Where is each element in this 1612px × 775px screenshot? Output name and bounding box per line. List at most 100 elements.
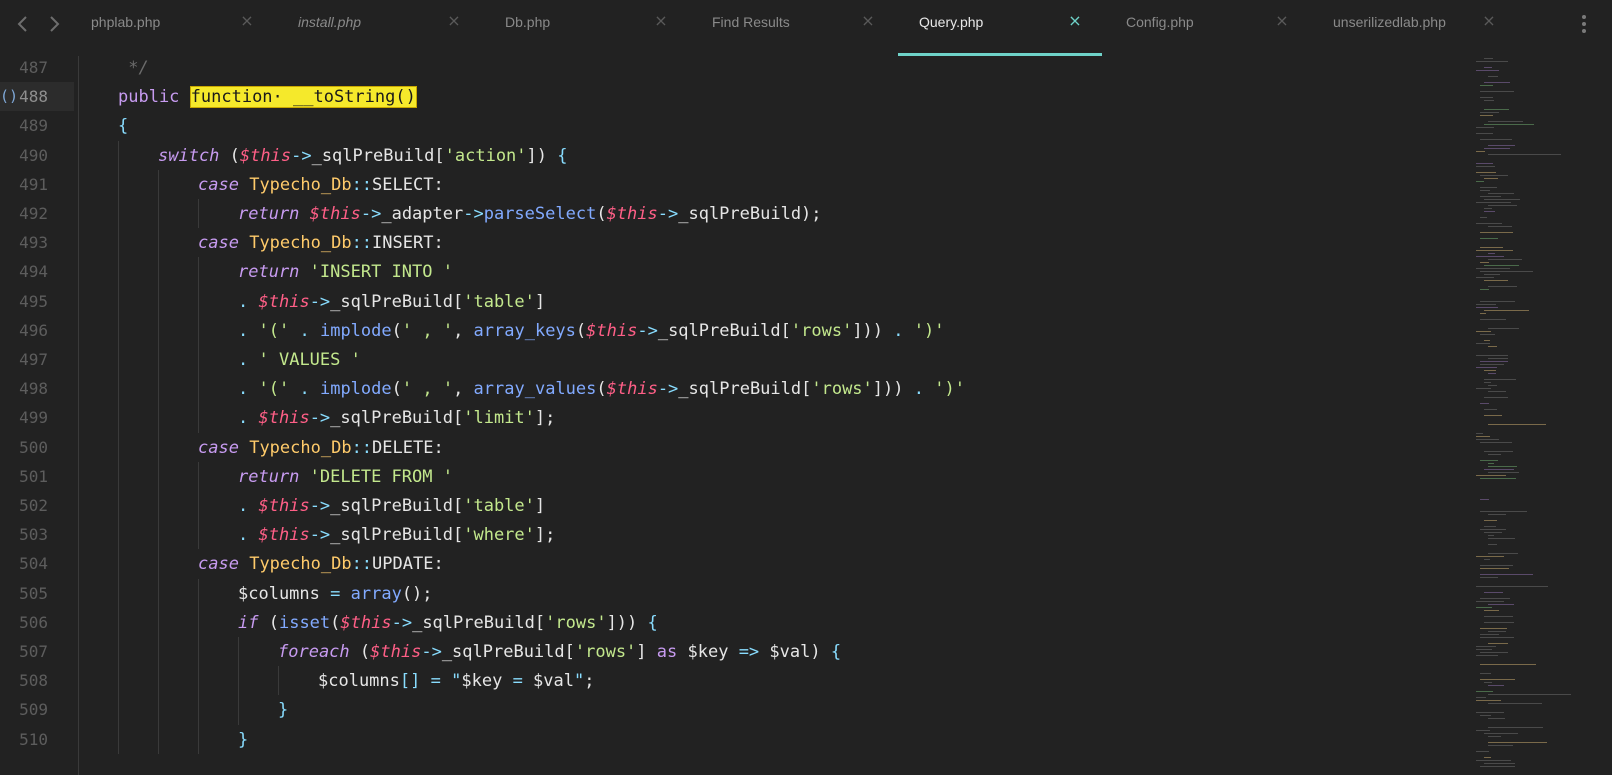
code-token: . (238, 408, 249, 429)
code-token: _sqlPreBuild[ (330, 525, 464, 546)
indent-guide (158, 257, 159, 287)
minimap-line (1476, 760, 1512, 761)
close-icon[interactable]: × (1275, 13, 1289, 29)
minimap-line (1484, 379, 1516, 380)
indent-guide (238, 695, 239, 725)
more-vertical-icon[interactable] (1580, 13, 1588, 35)
close-icon[interactable]: × (1068, 13, 1082, 29)
code-token: $val (522, 671, 574, 692)
code-token: */ (118, 58, 149, 78)
chevron-right-icon[interactable] (44, 13, 64, 35)
tab-bar: phplab.php × install.php × Db.php × Find Resul… (0, 0, 1612, 56)
code-token: . (893, 320, 904, 341)
indent-guide (118, 228, 119, 258)
minimap-line (1488, 553, 1519, 554)
code-area[interactable]: */public function· __toString(){switch (… (0, 56, 1440, 775)
code-token: case (198, 437, 239, 458)
indent-guide (118, 549, 119, 579)
minimap-line (1476, 367, 1497, 368)
code-line: case Typecho_Db::UPDATE: (198, 555, 444, 584)
indent-guide (118, 140, 119, 170)
close-icon[interactable]: × (240, 13, 254, 29)
minimap-line (1488, 718, 1506, 719)
code-line: $columns = array(); (238, 585, 433, 614)
code-token: . (238, 525, 249, 546)
minimap-line (1488, 727, 1543, 728)
minimap-line (1480, 568, 1510, 569)
indent-guide (118, 666, 119, 696)
close-icon[interactable]: × (861, 13, 875, 29)
tab-install-php[interactable]: install.php × (277, 0, 481, 56)
minimap-line (1476, 163, 1493, 164)
indent-guide (158, 461, 159, 491)
tab-find-results[interactable]: Find Results × (691, 0, 895, 56)
minimap-line (1476, 436, 1490, 437)
minimap-line (1480, 442, 1513, 443)
tab-query-php[interactable]: Query.php × (898, 0, 1102, 56)
indent-guide (118, 461, 119, 491)
minimap-line (1476, 151, 1485, 152)
code-token: ( (391, 379, 402, 400)
indent-guide (158, 403, 159, 433)
code-token: :: (351, 437, 373, 458)
minimap[interactable] (1476, 56, 1586, 775)
code-token: ( (219, 145, 240, 166)
minimap-line (1476, 202, 1512, 203)
tab-config-php[interactable]: Config.php × (1105, 0, 1309, 56)
code-token: ' , ' (401, 320, 454, 341)
minimap-line (1488, 121, 1524, 122)
code-token: 'rows' (811, 379, 873, 400)
code-token: ] (636, 642, 657, 662)
minimap-line (1488, 454, 1501, 455)
minimap-line (1484, 610, 1499, 611)
tab-label: Db.php (505, 14, 551, 30)
indent-guide (118, 491, 119, 521)
indent-guide (118, 607, 119, 637)
tab-db-php[interactable]: Db.php × (484, 0, 688, 56)
code-token: " (451, 671, 462, 692)
code-token: if (238, 612, 259, 633)
chevron-left-icon[interactable] (14, 13, 34, 35)
tab-unserilizedlab-php[interactable]: unserilizedlab.php × (1312, 0, 1516, 56)
code-line: $columns[] = "$key = $val"; (318, 672, 595, 701)
indent-guide (278, 666, 279, 696)
indent-guide (118, 374, 119, 404)
indent-guide (198, 461, 199, 491)
code-line: . $this->_sqlPreBuild['table'] (238, 293, 545, 322)
close-icon[interactable]: × (447, 13, 461, 29)
indent-guide (198, 724, 199, 754)
minimap-line (1488, 703, 1543, 704)
code-token: . (299, 320, 310, 341)
close-icon[interactable]: × (1482, 13, 1496, 29)
code-token: case (198, 174, 239, 195)
code-token: _sqlPreBuild[ (330, 496, 464, 516)
code-line: return 'INSERT INTO ' (238, 263, 453, 292)
minimap-line (1480, 196, 1501, 197)
minimap-line (1484, 409, 1498, 410)
minimap-line (1480, 313, 1487, 314)
indent-guide (158, 491, 159, 521)
tab-phplab-php[interactable]: phplab.php × (70, 0, 274, 56)
minimap-line (1476, 712, 1505, 713)
close-icon[interactable]: × (654, 13, 668, 29)
code-line: case Typecho_Db::SELECT: (198, 176, 444, 205)
code-line: public function· __toString() (118, 86, 417, 117)
code-editor[interactable]: 487() 488 489 490 491 492 493 494 495 496 497 498 49… (0, 56, 1612, 775)
minimap-line (1480, 361, 1509, 362)
minimap-line (1480, 511, 1527, 512)
code-token: _sqlPreBuild[ (678, 379, 812, 400)
minimap-line (1480, 262, 1489, 263)
code-token: :: (351, 174, 373, 195)
minimap-line (1480, 598, 1511, 599)
minimap-line (1484, 208, 1492, 209)
code-token: Typecho_Db (249, 437, 352, 458)
minimap-line (1488, 463, 1495, 464)
code-token: = (330, 583, 341, 604)
